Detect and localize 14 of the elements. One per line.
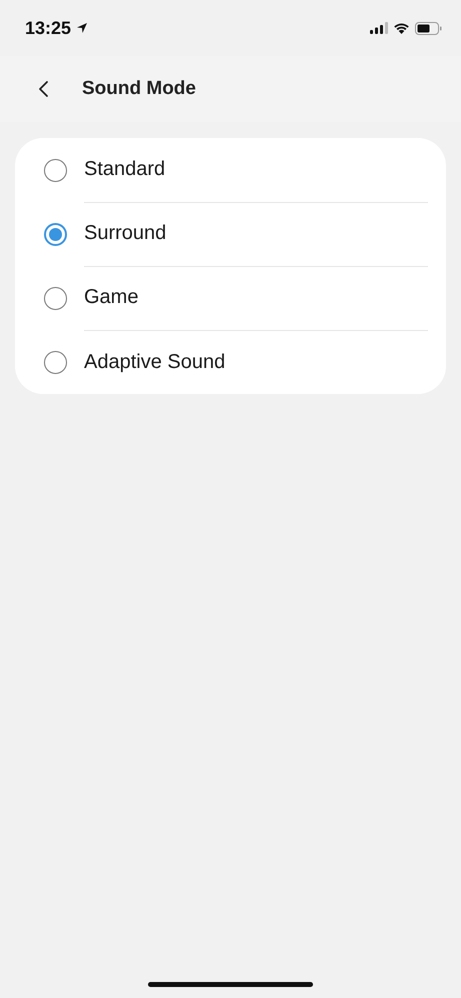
location-arrow-icon — [76, 22, 88, 34]
option-label[interactable]: Adaptive Sound — [84, 350, 226, 374]
radio-button[interactable] — [44, 350, 67, 374]
radio-button[interactable] — [44, 222, 67, 246]
page-title: Sound Mode — [82, 78, 196, 100]
wifi-icon — [393, 22, 410, 34]
option-label[interactable]: Surround — [84, 222, 166, 245]
radio-button[interactable] — [44, 286, 67, 310]
option-label[interactable]: Game — [84, 286, 138, 309]
battery-icon — [415, 22, 442, 34]
option-label[interactable]: Standard — [84, 158, 166, 181]
radio-button[interactable] — [44, 158, 67, 182]
status-time: 13:25 — [25, 18, 72, 38]
signal-icon — [370, 22, 388, 34]
